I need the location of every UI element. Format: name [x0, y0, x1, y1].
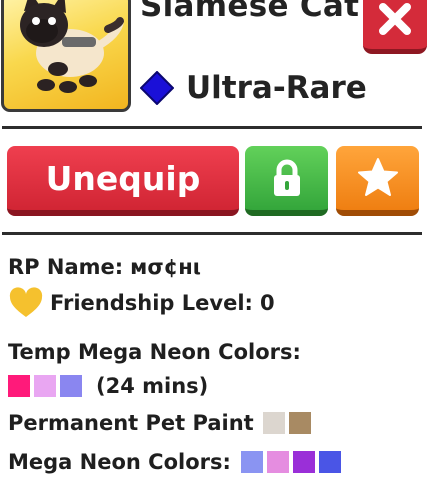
favorite-button[interactable] [336, 146, 419, 216]
rp-name-row: RP Name: мσ¢нι [8, 255, 201, 279]
color-swatch [318, 451, 341, 473]
temp-duration: (24 mins) [96, 374, 209, 398]
color-swatch [34, 375, 56, 397]
heart-icon [9, 287, 43, 317]
diamond-icon [139, 70, 175, 106]
divider [2, 232, 422, 235]
pet-name: Siamese Cat [140, 0, 360, 24]
lock-icon [273, 159, 300, 196]
rp-name-label: RP Name: [8, 255, 124, 279]
friendship-value: 0 [259, 291, 275, 315]
color-swatch [60, 375, 82, 397]
rp-name-value: мσ¢нι [130, 255, 201, 279]
friendship-row: Friendship Level: 0 [8, 287, 275, 319]
color-swatch [240, 451, 263, 473]
friendship-label: Friendship Level: [50, 291, 253, 315]
rarity-label: Ultra-Rare [186, 70, 367, 106]
close-icon [379, 2, 411, 35]
lock-button[interactable] [245, 146, 328, 216]
unequip-button[interactable]: Unequip [7, 146, 239, 216]
temp-colors-label: Temp Mega Neon Colors: [8, 340, 301, 364]
color-swatch [266, 451, 289, 473]
color-swatch [8, 375, 30, 397]
mega-neon-label: Mega Neon Colors: [8, 450, 231, 474]
color-swatch [288, 412, 311, 434]
temp-colors-row: (24 mins) [8, 374, 208, 398]
color-swatch [292, 451, 315, 473]
mega-neon-row: Mega Neon Colors: [8, 450, 345, 474]
star-icon [357, 158, 398, 196]
divider [2, 126, 422, 129]
siamese-cat-icon [20, 0, 124, 93]
pet-paint-row: Permanent Pet Paint [8, 411, 315, 435]
unequip-label: Unequip [45, 158, 201, 198]
color-swatch [262, 412, 285, 434]
rarity-row: Ultra-Rare [139, 66, 367, 110]
pet-paint-label: Permanent Pet Paint [8, 411, 254, 435]
pet-image [1, 0, 131, 112]
close-button[interactable] [363, 0, 427, 54]
